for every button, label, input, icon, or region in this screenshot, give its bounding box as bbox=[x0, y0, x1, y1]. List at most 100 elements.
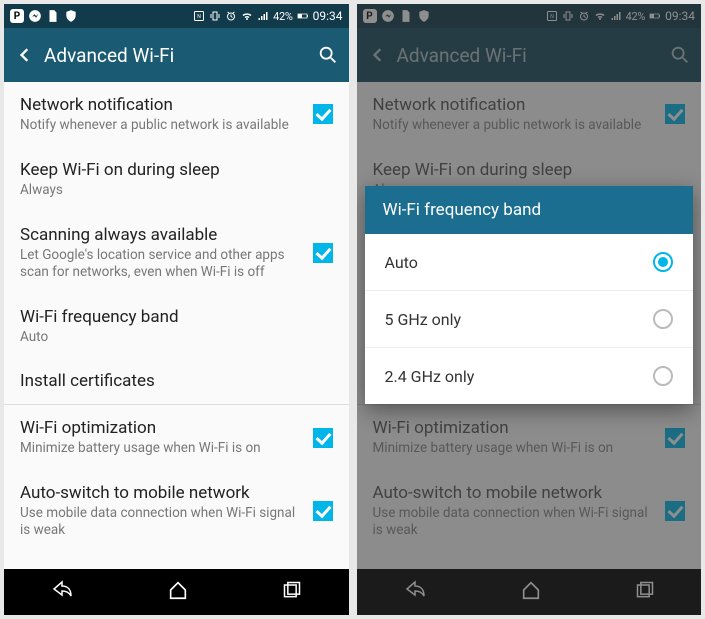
clock: 09:34 bbox=[665, 9, 695, 23]
setting-subtitle: Notify whenever a public network is avai… bbox=[373, 117, 654, 134]
setting-subtitle: Minimize battery usage when Wi-Fi is on bbox=[20, 440, 301, 457]
setting-auto-switch-mobile[interactable]: Auto-switch to mobile network Use mobile… bbox=[357, 470, 702, 552]
clock: 09:34 bbox=[313, 9, 343, 23]
nfc-icon: N bbox=[546, 10, 558, 22]
signal-icon bbox=[257, 10, 269, 22]
setting-subtitle: Let Google's location service and other … bbox=[20, 247, 301, 281]
nav-home-button[interactable] bbox=[167, 579, 189, 605]
option-label: 5 GHz only bbox=[385, 310, 462, 329]
radio-unselected[interactable] bbox=[653, 309, 673, 329]
sim-icon bbox=[46, 9, 60, 23]
nav-recent-button[interactable] bbox=[635, 580, 655, 604]
nav-bar bbox=[4, 569, 349, 615]
nav-home-button[interactable] bbox=[520, 579, 542, 605]
setting-title: Network notification bbox=[20, 95, 301, 115]
alarm-icon bbox=[225, 10, 237, 22]
app-bar: Advanced Wi-Fi bbox=[357, 28, 702, 82]
dialog-frequency-band: Wi-Fi frequency band Auto 5 GHz only 2.4… bbox=[365, 186, 694, 404]
setting-frequency-band[interactable]: Wi-Fi frequency band Auto bbox=[4, 294, 349, 359]
alarm-icon bbox=[578, 10, 590, 22]
battery-percent: 42% bbox=[626, 10, 646, 23]
search-button[interactable] bbox=[309, 44, 339, 66]
page-title: Advanced Wi-Fi bbox=[397, 44, 662, 67]
checkbox-checked[interactable] bbox=[313, 104, 333, 124]
app-bar: Advanced Wi-Fi bbox=[4, 28, 349, 82]
setting-title: Wi-Fi optimization bbox=[373, 418, 654, 438]
setting-title: Wi-Fi frequency band bbox=[20, 307, 321, 327]
nav-back-button[interactable] bbox=[50, 578, 74, 606]
settings-list: Network notification Notify whenever a p… bbox=[4, 82, 349, 569]
setting-title: Keep Wi-Fi on during sleep bbox=[373, 160, 674, 180]
back-button[interactable] bbox=[367, 45, 397, 65]
nav-bar bbox=[357, 569, 702, 615]
radio-selected[interactable] bbox=[653, 252, 673, 272]
checkbox-checked[interactable] bbox=[313, 243, 333, 263]
wifi-icon bbox=[594, 10, 606, 22]
status-bar: P N 42% 09:34 bbox=[357, 4, 702, 28]
setting-install-certificates[interactable]: Install certificates bbox=[4, 358, 349, 404]
search-icon bbox=[317, 44, 339, 66]
nav-recent-icon bbox=[282, 580, 302, 600]
setting-network-notification[interactable]: Network notification Notify whenever a p… bbox=[357, 82, 702, 147]
notification-app-icon: P bbox=[363, 9, 377, 23]
setting-title: Keep Wi-Fi on during sleep bbox=[20, 160, 321, 180]
nav-recent-icon bbox=[635, 580, 655, 600]
svg-text:N: N bbox=[550, 14, 554, 20]
vibrate-icon bbox=[209, 10, 221, 22]
setting-title: Network notification bbox=[373, 95, 654, 115]
setting-subtitle: Minimize battery usage when Wi-Fi is on bbox=[373, 440, 654, 457]
setting-subtitle: Always bbox=[20, 182, 321, 199]
dialog-title: Wi-Fi frequency band bbox=[365, 186, 694, 234]
messenger-icon bbox=[28, 9, 42, 23]
setting-subtitle: Use mobile data connection when Wi-Fi si… bbox=[373, 505, 654, 539]
shield-icon bbox=[417, 9, 431, 23]
setting-title: Wi-Fi optimization bbox=[20, 418, 301, 438]
option-label: 2.4 GHz only bbox=[385, 367, 475, 386]
wifi-icon bbox=[241, 10, 253, 22]
battery-icon bbox=[649, 10, 661, 22]
setting-network-notification[interactable]: Network notification Notify whenever a p… bbox=[4, 82, 349, 147]
nav-home-icon bbox=[520, 579, 542, 601]
page-title: Advanced Wi-Fi bbox=[44, 44, 309, 67]
search-button[interactable] bbox=[661, 44, 691, 66]
dialog-option-5ghz[interactable]: 5 GHz only bbox=[365, 290, 694, 347]
setting-subtitle: Use mobile data connection when Wi-Fi si… bbox=[20, 505, 301, 539]
setting-keep-wifi-on-sleep[interactable]: Keep Wi-Fi on during sleep Always bbox=[4, 147, 349, 212]
checkbox-checked[interactable] bbox=[665, 428, 685, 448]
chevron-left-icon bbox=[14, 45, 34, 65]
svg-text:N: N bbox=[197, 14, 201, 20]
checkbox-checked[interactable] bbox=[313, 501, 333, 521]
radio-unselected[interactable] bbox=[653, 366, 673, 386]
nav-recent-button[interactable] bbox=[282, 580, 302, 604]
option-label: Auto bbox=[385, 253, 418, 272]
dialog-option-auto[interactable]: Auto bbox=[365, 234, 694, 290]
nav-back-icon bbox=[50, 578, 74, 602]
chevron-left-icon bbox=[367, 45, 387, 65]
screen-left: P N 42% 09:34 Advanced Wi-Fi Network no bbox=[4, 4, 349, 615]
nfc-icon: N bbox=[193, 10, 205, 22]
checkbox-checked[interactable] bbox=[665, 104, 685, 124]
notification-app-icon: P bbox=[10, 9, 24, 23]
nav-back-button[interactable] bbox=[403, 578, 427, 606]
setting-title: Auto-switch to mobile network bbox=[373, 483, 654, 503]
checkbox-checked[interactable] bbox=[313, 428, 333, 448]
shield-icon bbox=[64, 9, 78, 23]
checkbox-checked[interactable] bbox=[665, 501, 685, 521]
setting-auto-switch-mobile[interactable]: Auto-switch to mobile network Use mobile… bbox=[4, 470, 349, 552]
setting-title: Scanning always available bbox=[20, 225, 301, 245]
setting-wifi-optimization[interactable]: Wi-Fi optimization Minimize battery usag… bbox=[357, 405, 702, 470]
battery-percent: 42% bbox=[273, 10, 293, 23]
sim-icon bbox=[399, 9, 413, 23]
setting-subtitle: Auto bbox=[20, 329, 321, 346]
back-button[interactable] bbox=[14, 45, 44, 65]
setting-wifi-optimization[interactable]: Wi-Fi optimization Minimize battery usag… bbox=[4, 405, 349, 470]
screen-right: P N 42% 09:34 Advanced Wi-Fi Network no bbox=[357, 4, 702, 615]
setting-title: Install certificates bbox=[20, 371, 321, 391]
setting-subtitle: Notify whenever a public network is avai… bbox=[20, 117, 301, 134]
setting-scanning-always[interactable]: Scanning always available Let Google's l… bbox=[4, 212, 349, 294]
nav-home-icon bbox=[167, 579, 189, 601]
battery-icon bbox=[297, 10, 309, 22]
setting-title: Auto-switch to mobile network bbox=[20, 483, 301, 503]
signal-icon bbox=[610, 10, 622, 22]
dialog-option-2-4ghz[interactable]: 2.4 GHz only bbox=[365, 347, 694, 404]
